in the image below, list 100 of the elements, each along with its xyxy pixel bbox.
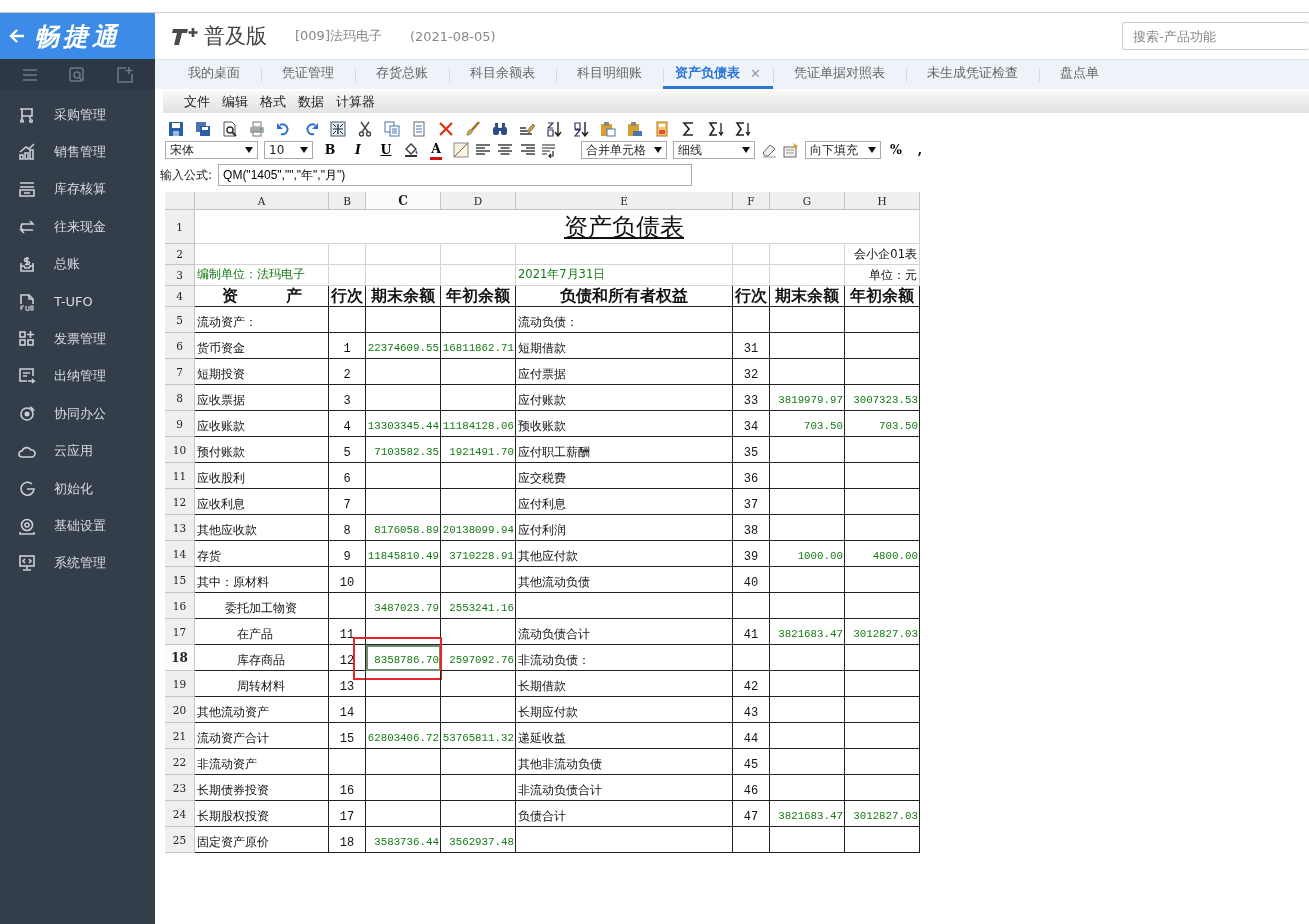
row-number[interactable]: 3	[165, 265, 195, 286]
edit-lines-icon[interactable]	[519, 121, 535, 137]
save-icon[interactable]	[168, 121, 184, 137]
add-icon[interactable]	[116, 65, 135, 84]
sum-down-icon[interactable]	[735, 121, 751, 137]
border-style-dropdown[interactable]: 细线	[673, 141, 755, 159]
product-logo-icon[interactable]	[172, 27, 198, 45]
row-number[interactable]: 10	[165, 437, 195, 463]
tab[interactable]: 凭证管理	[261, 60, 355, 89]
search-icon[interactable]	[68, 65, 87, 84]
align-left-icon[interactable]	[475, 142, 491, 158]
grid-icon[interactable]	[330, 121, 346, 137]
row-number[interactable]: 5	[165, 307, 195, 333]
row-number[interactable]: 9	[165, 411, 195, 437]
formula-field[interactable]: QM("1405","","年","月")	[218, 164, 693, 186]
sidebar-item[interactable]: 销售管理	[0, 133, 155, 171]
sidebar-item[interactable]: 库存核算	[0, 170, 155, 209]
wrap-text-icon[interactable]	[541, 142, 557, 158]
sidebar-item[interactable]: 出纳管理	[0, 357, 155, 396]
print-preview-icon[interactable]	[222, 121, 238, 137]
row-number[interactable]: 21	[165, 723, 195, 749]
column-header[interactable]: A	[195, 192, 329, 210]
underline-button[interactable]: U	[375, 142, 397, 158]
column-header[interactable]: H	[845, 192, 920, 210]
tab[interactable]: 未生成凭证检查	[905, 60, 1039, 89]
search-field[interactable]: 搜索-产品功能	[1122, 22, 1309, 50]
binoculars-icon[interactable]	[492, 121, 508, 137]
row-number[interactable]: 4	[165, 286, 195, 307]
tab[interactable]: 我的桌面	[167, 60, 261, 89]
bold-button[interactable]: B	[319, 142, 341, 158]
tab[interactable]: 凭证单据对照表	[772, 60, 906, 89]
column-header[interactable]: E	[516, 192, 733, 210]
sidebar-item[interactable]: T-UFO	[0, 282, 155, 321]
row-number[interactable]: 15	[165, 567, 195, 593]
row-number[interactable]: 20	[165, 697, 195, 723]
copy-icon[interactable]	[384, 121, 400, 137]
sidebar-item[interactable]: 基础设置	[0, 507, 155, 545]
save-all-icon[interactable]	[195, 121, 211, 137]
page-icon[interactable]	[654, 121, 670, 137]
sidebar-item[interactable]: 总账	[0, 245, 155, 283]
redo-icon[interactable]	[303, 121, 319, 137]
column-header[interactable]: G	[770, 192, 845, 210]
eraser-icon[interactable]	[761, 142, 777, 158]
italic-button[interactable]: I	[347, 142, 369, 158]
tab[interactable]: 存货总账	[355, 60, 449, 89]
font-color-button[interactable]: A	[430, 140, 442, 160]
menu-item[interactable]: 编辑	[221, 93, 249, 111]
row-number[interactable]: 8	[165, 385, 195, 411]
delete-icon[interactable]	[438, 121, 454, 137]
percent-button[interactable]: %	[887, 142, 905, 158]
row-number[interactable]: 11	[165, 463, 195, 489]
row-number[interactable]: 25	[165, 827, 195, 853]
undo-icon[interactable]	[276, 121, 292, 137]
font-dropdown[interactable]: 宋体	[165, 141, 258, 159]
scissors-icon[interactable]	[357, 121, 373, 137]
row-number[interactable]: 18	[165, 645, 195, 671]
menu-item[interactable]: 计算器	[335, 93, 376, 111]
menu-item[interactable]: 格式	[259, 93, 287, 111]
align-right-icon[interactable]	[519, 142, 535, 158]
row-number[interactable]: 14	[165, 541, 195, 567]
fill-dropdown[interactable]: 向下填充	[805, 141, 881, 159]
merge-cells-dropdown[interactable]: 合并单元格	[581, 141, 667, 159]
sort-ascending-icon[interactable]	[546, 121, 562, 137]
column-header[interactable]: B	[329, 192, 366, 210]
menu-item[interactable]: 数据	[297, 93, 325, 111]
menu-item[interactable]: 文件	[183, 93, 211, 111]
print-icon[interactable]	[249, 121, 265, 137]
row-number[interactable]: 1	[165, 210, 195, 244]
sort-descending-icon[interactable]	[573, 121, 589, 137]
diagonal-border-icon[interactable]	[453, 142, 469, 158]
row-number[interactable]: 23	[165, 775, 195, 801]
row-number[interactable]: 2	[165, 244, 195, 265]
brush-icon[interactable]	[465, 121, 481, 137]
row-number[interactable]: 22	[165, 749, 195, 775]
column-header[interactable]: D	[441, 192, 516, 210]
column-header[interactable]: F	[733, 192, 770, 210]
comma-button[interactable]: ,	[911, 142, 929, 158]
sidebar-item[interactable]: 发票管理	[0, 320, 155, 358]
sidebar-item[interactable]: 协同办公	[0, 395, 155, 433]
tab[interactable]: 科目余额表	[449, 60, 556, 89]
sidebar-item[interactable]: 往来现金	[0, 208, 155, 246]
row-number[interactable]: 6	[165, 333, 195, 359]
row-number[interactable]: 17	[165, 619, 195, 645]
fill-bucket-icon[interactable]	[403, 142, 419, 158]
column-header[interactable]: C	[366, 192, 441, 210]
clipboard-icon[interactable]	[600, 121, 616, 137]
align-center-icon[interactable]	[497, 142, 513, 158]
clipboard-icon[interactable]	[627, 121, 643, 137]
row-number[interactable]: 16	[165, 593, 195, 619]
tab[interactable]: 科目明细账	[556, 60, 663, 89]
sum-down-icon[interactable]	[708, 121, 724, 137]
row-number[interactable]: 13	[165, 515, 195, 541]
sidebar-item[interactable]: 采购管理	[0, 96, 155, 134]
tab[interactable]: 盘点单	[1038, 60, 1120, 89]
font-size-dropdown[interactable]: 10	[264, 141, 313, 159]
row-number[interactable]: 7	[165, 359, 195, 385]
sidebar-item[interactable]: 云应用	[0, 432, 155, 470]
row-number[interactable]: 12	[165, 489, 195, 515]
row-number[interactable]: 19	[165, 671, 195, 697]
row-number[interactable]: 24	[165, 801, 195, 827]
